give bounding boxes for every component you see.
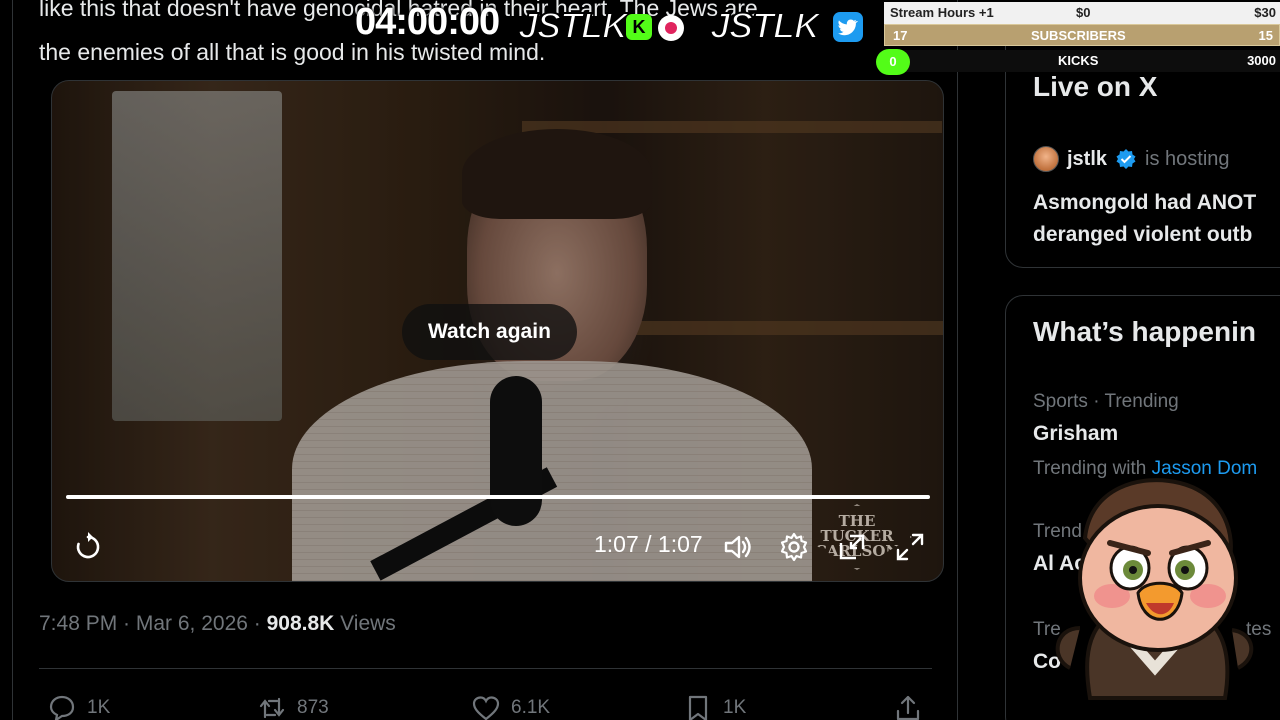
kicks-current: 0: [876, 49, 910, 75]
live-title-line: Asmongold had ANOT: [1033, 191, 1257, 214]
reply-button[interactable]: 1K: [47, 693, 110, 720]
repost-button[interactable]: 873: [257, 693, 329, 720]
reply-icon: [49, 695, 75, 720]
subscribers-current: 17: [893, 28, 908, 43]
like-count: 6.1K: [511, 697, 551, 718]
trending-card-title: What’s happenin: [1033, 316, 1256, 347]
trend-name[interactable]: Grisham: [1033, 422, 1118, 446]
kicks-goal: 3000: [1247, 53, 1276, 68]
penguin-mascot-avatar: [1055, 478, 1254, 700]
host-name: jstlk: [1067, 147, 1108, 170]
divider: [39, 668, 932, 669]
subscribers-row: 17 SUBSCRIBERS 15: [884, 24, 1280, 46]
stream-hours-label: Stream Hours +1: [890, 5, 994, 20]
share-button[interactable]: [893, 693, 923, 720]
bookmark-count: 1K: [723, 697, 747, 718]
video-progress-bar[interactable]: [66, 495, 930, 499]
picture-in-picture-icon[interactable]: [836, 531, 868, 563]
avatar: [1033, 146, 1059, 172]
live-card-title: Live on X: [1033, 71, 1158, 102]
stream-goals-panel: Stream Hours +1 $0 $30 17 SUBSCRIBERS 15…: [876, 2, 1280, 75]
video-time: 1:07 / 1:07: [594, 531, 703, 557]
repost-icon: [259, 697, 285, 719]
subscribers-goal: 15: [1258, 28, 1273, 43]
main-column: like this that doesn't have genocidal ha…: [12, 0, 958, 720]
brand-logo: JSTLK: [709, 5, 821, 47]
trend-meta: Sports · Trending: [1033, 391, 1179, 412]
kicks-row: 0 KICKS 3000: [876, 49, 1280, 75]
live-title-line: deranged violent outb: [1033, 223, 1253, 246]
share-icon: [896, 695, 920, 720]
stream-hours-current: $0: [1076, 5, 1091, 20]
stream-hours-goal: $30: [1254, 5, 1276, 20]
like-button[interactable]: 6.1K: [471, 693, 550, 720]
brand-logo: JSTLK: [517, 5, 629, 47]
reply-count: 1K: [87, 697, 111, 718]
bookmark-button[interactable]: 1K: [683, 693, 746, 720]
bookmark-icon: [688, 695, 708, 720]
subscribers-label: SUBSCRIBERS: [1031, 28, 1126, 43]
tweet-timestamp[interactable]: 7:48 PM · Mar 6, 2026 ·: [39, 612, 267, 635]
fullscreen-icon[interactable]: [894, 531, 926, 563]
video-player[interactable]: Watch again THE TUCKER CARLSON 1:07 / 1:…: [51, 80, 944, 582]
settings-gear-icon[interactable]: [778, 531, 810, 563]
live-host-row[interactable]: jstlk is hosting: [1033, 146, 1230, 172]
live-title: Asmongold had ANOT deranged violent outb: [1033, 187, 1256, 251]
heart-icon: [472, 696, 500, 720]
watch-again-button[interactable]: Watch again: [402, 304, 577, 360]
stream-hours-row: Stream Hours +1 $0 $30: [884, 2, 1280, 24]
replay-icon[interactable]: [72, 531, 104, 563]
views-count: 908.8K: [266, 612, 335, 635]
kicks-label: KICKS: [1058, 53, 1099, 68]
tweet-meta: 7:48 PM · Mar 6, 2026 · 908.8K Views: [39, 612, 396, 636]
verified-badge-icon: [1116, 149, 1136, 169]
host-status: is hosting: [1145, 147, 1230, 170]
stream-timer: 04:00:00: [355, 1, 500, 43]
kick-logo-icon: K: [626, 14, 652, 40]
views-label: Views: [334, 612, 396, 635]
twitter-bird-icon: [833, 12, 863, 42]
volume-icon[interactable]: [722, 531, 754, 563]
record-icon: [658, 15, 684, 41]
repost-count: 873: [297, 697, 329, 718]
